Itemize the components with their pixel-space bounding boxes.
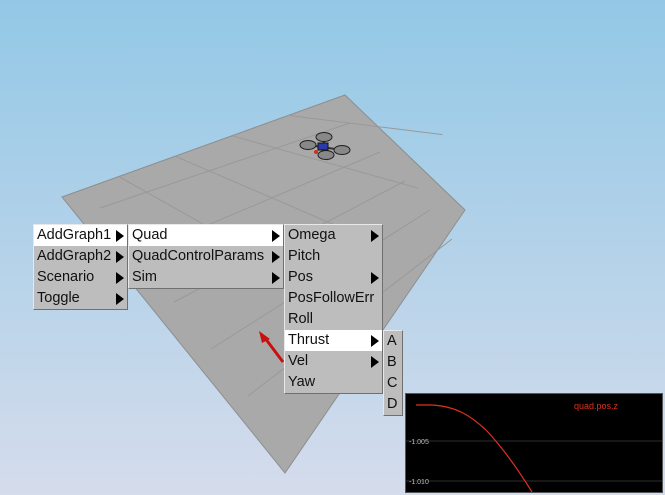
menu-item-omega[interactable]: Omega — [285, 225, 382, 246]
submenu-arrow-icon — [371, 356, 379, 368]
menu-item-addgraph1[interactable]: AddGraph1 — [34, 225, 127, 246]
context-menu-level-1: AddGraph1 AddGraph2 Scenario Toggle — [33, 224, 128, 310]
menu-item-c[interactable]: C — [384, 373, 402, 394]
menu-item-label: Pos — [288, 269, 313, 285]
menu-item-d[interactable]: D — [384, 394, 402, 415]
menu-item-label: Omega — [288, 227, 336, 243]
graph-ytick-1: -1.005 — [409, 439, 429, 446]
submenu-arrow-icon — [116, 230, 124, 242]
menu-item-label: QuadControlParams — [132, 248, 265, 264]
graph-ytick-2: -1.010 — [409, 479, 429, 486]
menu-item-label: AddGraph2 — [37, 248, 112, 264]
menu-item-sim[interactable]: Sim — [129, 267, 283, 288]
menu-item-label: D — [387, 396, 398, 412]
menu-item-label: PosFollowErr — [288, 290, 375, 306]
menu-item-pitch[interactable]: Pitch — [285, 246, 382, 267]
menu-item-scenario[interactable]: Scenario — [34, 267, 127, 288]
submenu-arrow-icon — [116, 251, 124, 263]
submenu-arrow-icon — [272, 230, 280, 242]
submenu-arrow-icon — [371, 272, 379, 284]
menu-item-toggle[interactable]: Toggle — [34, 288, 127, 309]
menu-item-label: Quad — [132, 227, 168, 243]
menu-item-label: Sim — [132, 269, 157, 285]
menu-item-label: Yaw — [288, 374, 316, 390]
graph-series-quad-pos-z — [416, 404, 533, 492]
menu-item-label: Roll — [288, 311, 313, 327]
menu-item-label: C — [387, 375, 398, 391]
menu-item-roll[interactable]: Roll — [285, 309, 382, 330]
menu-item-posfollowerr[interactable]: PosFollowErr — [285, 288, 382, 309]
submenu-arrow-icon — [272, 251, 280, 263]
context-menu-level-3: Omega Pitch Pos PosFollowErr Roll Thrust Vel Ya… — [284, 224, 383, 394]
menu-item-addgraph2[interactable]: AddGraph2 — [34, 246, 127, 267]
menu-item-vel[interactable]: Vel — [285, 351, 382, 372]
menu-item-thrust[interactable]: Thrust — [285, 330, 382, 351]
submenu-arrow-icon — [116, 272, 124, 284]
submenu-arrow-icon — [272, 272, 280, 284]
submenu-arrow-icon — [371, 230, 379, 242]
menu-item-label: A — [387, 333, 397, 349]
menu-item-label: Vel — [288, 353, 309, 369]
context-menu-level-2: Quad QuadControlParams Sim — [128, 224, 284, 289]
menu-item-b[interactable]: B — [384, 352, 402, 373]
menu-item-label: Scenario — [37, 269, 95, 285]
menu-item-yaw[interactable]: Yaw — [285, 372, 382, 393]
menu-item-label: B — [387, 354, 397, 370]
menu-item-label: Toggle — [37, 290, 80, 306]
menu-item-quad[interactable]: Quad — [129, 225, 283, 246]
submenu-arrow-icon — [371, 335, 379, 347]
menu-item-label: Pitch — [288, 248, 321, 264]
graph-legend: quad.pos.z — [574, 401, 619, 411]
menu-item-label: AddGraph1 — [37, 227, 112, 243]
menu-item-a[interactable]: A — [384, 331, 402, 352]
submenu-arrow-icon — [116, 293, 124, 305]
menu-item-label: Thrust — [288, 332, 330, 348]
menu-item-pos[interactable]: Pos — [285, 267, 382, 288]
context-menu-level-4: ABCD — [383, 330, 403, 416]
graph-panel: -1.005 -1.010 quad.pos.z — [405, 393, 663, 493]
menu-item-quadcontrolparams[interactable]: QuadControlParams — [129, 246, 283, 267]
